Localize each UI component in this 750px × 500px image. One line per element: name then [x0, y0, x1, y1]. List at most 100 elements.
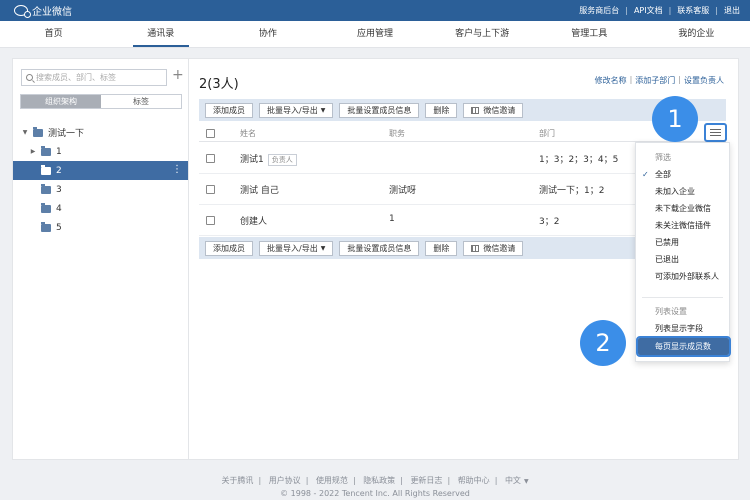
member-name: 测试 自己: [240, 186, 279, 196]
tree-item-label: 2: [56, 165, 62, 176]
wechat-invite-button[interactable]: 微信邀请: [463, 102, 524, 118]
more-options-icon[interactable]: ⋮: [172, 165, 182, 175]
member-name: 测试1: [240, 155, 264, 165]
nav-tools[interactable]: 管理工具: [536, 21, 643, 47]
member-title: 测试呀: [389, 186, 417, 196]
caret-down-icon: ▼: [320, 244, 326, 252]
department-title: 2(3人): [199, 77, 239, 92]
set-manager-link[interactable]: 设置负责人: [684, 75, 724, 86]
tree-item-2[interactable]: 2 ⋮: [13, 161, 188, 180]
tree-item-root[interactable]: ▼ 测试一下: [13, 123, 188, 142]
row-checkbox[interactable]: [206, 216, 215, 225]
folder-icon: [41, 202, 51, 213]
toolbar-top: 添加成员 批量导入/导出 ▼ 批量设置成员信息 删除 微信邀请: [199, 99, 726, 121]
delete-button[interactable]: 删除: [425, 102, 458, 118]
footer-privacy[interactable]: 隐私政策: [363, 476, 395, 485]
footer-usage-rules[interactable]: 使用规范: [316, 476, 348, 485]
step-badge-2: 2: [580, 320, 626, 366]
list-settings-header: 列表设置: [655, 307, 687, 316]
footer-user-agreement[interactable]: 用户协议: [269, 476, 301, 485]
member-name-cell: 测试1 负责人: [240, 152, 297, 166]
nav-app-management[interactable]: 应用管理: [321, 21, 428, 47]
member-department: 1；3；2；3；4；5: [539, 155, 619, 165]
footer-links: 关于腾讯 | 用户协议 | 使用规范 | 隐私政策 | 更新日志 | 帮助中心 | 中文 ▼: [0, 475, 750, 486]
import-export-button[interactable]: 批量导入/导出 ▼: [259, 240, 334, 256]
tree-item-label: 4: [56, 203, 62, 214]
divider: |: [629, 75, 633, 84]
folder-icon: [41, 183, 51, 194]
wecom-logo-icon: [14, 5, 31, 18]
tree-item-4[interactable]: 4: [13, 199, 188, 218]
filter-not-followed-plugin[interactable]: 未关注微信插件: [636, 217, 729, 234]
divider: |: [668, 6, 672, 15]
logo[interactable]: 企业微信: [14, 3, 72, 18]
batch-set-button[interactable]: 批量设置成员信息: [339, 102, 420, 118]
footer-about[interactable]: 关于腾讯: [221, 476, 253, 485]
folder-icon: [33, 126, 43, 137]
delete-button[interactable]: 删除: [425, 240, 458, 256]
tab-tags[interactable]: 标签: [101, 95, 181, 108]
link-support[interactable]: 联系客服: [677, 5, 709, 16]
footer-language[interactable]: 中文: [505, 476, 521, 485]
filter-all[interactable]: 全部: [636, 166, 729, 183]
column-title: 职务: [389, 129, 405, 138]
folder-icon: [41, 221, 51, 232]
add-member-button[interactable]: 添加成员: [205, 240, 253, 256]
members-per-page[interactable]: 每页显示成员数: [636, 336, 731, 357]
rename-link[interactable]: 修改名称: [595, 75, 627, 86]
add-subdepartment-link[interactable]: 添加子部门: [635, 75, 675, 86]
row-checkbox[interactable]: [206, 185, 215, 194]
link-api-docs[interactable]: API文档: [634, 5, 663, 16]
expand-right-icon[interactable]: ▶: [29, 148, 37, 155]
import-export-button[interactable]: 批量导入/导出 ▼: [259, 102, 334, 118]
filter-external-contacts[interactable]: 可添加外部联系人: [636, 268, 729, 285]
divider: |: [494, 476, 498, 485]
nav-customers[interactable]: 客户与上下游: [429, 21, 536, 47]
content-panel: 搜索成员、部门、标签 + 组织架构 标签 ▼ 测试一下 ▶ 1 2 ⋮ 3 4: [12, 58, 739, 460]
wechat-invite-label: 微信邀请: [483, 243, 516, 253]
tree-item-1[interactable]: ▶ 1: [13, 142, 188, 161]
batch-set-button[interactable]: 批量设置成员信息: [339, 240, 420, 256]
filter-disabled[interactable]: 已禁用: [636, 234, 729, 251]
member-name: 创建人: [240, 217, 268, 227]
filter-not-downloaded[interactable]: 未下载企业微信: [636, 200, 729, 217]
footer-help[interactable]: 帮助中心: [458, 476, 490, 485]
nav-contacts[interactable]: 通讯录: [107, 21, 214, 47]
search-input[interactable]: 搜索成员、部门、标签: [21, 69, 167, 86]
import-export-label: 批量导入/导出: [267, 105, 318, 115]
org-sidebar: 搜索成员、部门、标签 + 组织架构 标签 ▼ 测试一下 ▶ 1 2 ⋮ 3 4: [13, 59, 189, 459]
divider: |: [678, 75, 681, 84]
member-department: 测试一下；1；2: [539, 186, 605, 196]
divider: |: [625, 6, 628, 15]
tree-item-label: 1: [56, 146, 62, 157]
add-member-button[interactable]: 添加成员: [205, 102, 253, 118]
caret-down-icon: ▼: [320, 106, 326, 114]
filter-not-joined[interactable]: 未加入企业: [636, 183, 729, 200]
nav-my-company[interactable]: 我的企业: [643, 21, 750, 47]
list-display-fields[interactable]: 列表显示字段: [636, 320, 729, 337]
list-filter-icon: [710, 129, 721, 136]
footer-changelog[interactable]: 更新日志: [410, 476, 442, 485]
wechat-invite-button[interactable]: 微信邀请: [463, 240, 524, 256]
expand-down-icon[interactable]: ▼: [21, 129, 29, 136]
wechat-invite-label: 微信邀请: [483, 105, 516, 115]
link-provider-console[interactable]: 服务商后台: [579, 5, 619, 16]
link-logout[interactable]: 退出: [724, 5, 740, 16]
search-icon: [26, 74, 33, 81]
list-settings-button[interactable]: [704, 123, 727, 142]
select-all-checkbox[interactable]: [206, 129, 215, 138]
divider: |: [305, 476, 309, 485]
main-nav: 首页 通讯录 协作 应用管理 客户与上下游 管理工具 我的企业: [0, 21, 750, 48]
add-icon[interactable]: +: [172, 67, 184, 83]
filter-left[interactable]: 已退出: [636, 251, 729, 268]
tab-org-structure[interactable]: 组织架构: [21, 95, 101, 108]
caret-down-icon: ▼: [523, 478, 529, 485]
tree-item-5[interactable]: 5: [13, 218, 188, 237]
row-checkbox[interactable]: [206, 154, 215, 163]
nav-collaboration[interactable]: 协作: [214, 21, 321, 47]
nav-home[interactable]: 首页: [0, 21, 107, 47]
sidebar-tabs: 组织架构 标签: [20, 94, 182, 109]
divider: |: [400, 476, 403, 485]
tree-item-3[interactable]: 3: [13, 180, 188, 199]
step-badge-1: 1: [652, 96, 698, 142]
